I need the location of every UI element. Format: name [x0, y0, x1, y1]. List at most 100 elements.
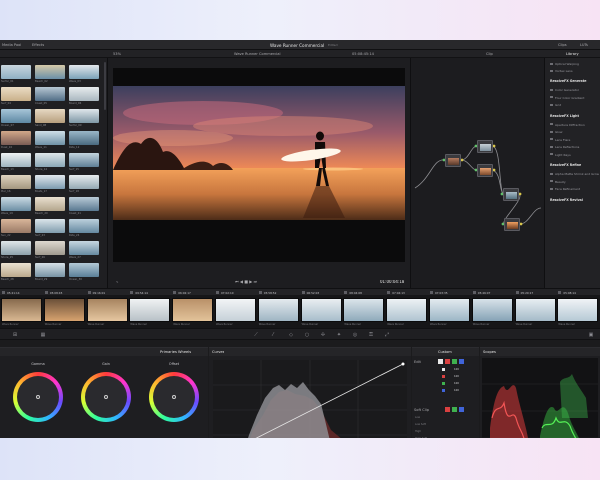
library-effect-item[interactable]: Lens Reflections — [555, 145, 579, 149]
library-tab[interactable]: Library — [566, 52, 579, 56]
timeline-clip[interactable] — [514, 298, 556, 322]
library-effect-item[interactable]: Beauty — [555, 180, 566, 184]
swatch-red[interactable] — [445, 359, 450, 364]
media-pool-clip[interactable] — [69, 87, 99, 101]
swatch-white[interactable] — [438, 359, 443, 364]
curve-intensity-value[interactable]: 100 — [454, 382, 459, 385]
timeline-clip[interactable] — [257, 298, 299, 322]
eyedropper-icon[interactable]: ⁄ — [270, 332, 276, 338]
library-effect-item[interactable]: Aperture Diffraction — [555, 123, 585, 127]
curve-tool-icon[interactable]: ⟋ — [253, 332, 259, 338]
color-wheel[interactable] — [149, 372, 199, 422]
media-pool-clip[interactable] — [1, 219, 31, 233]
softclip-red[interactable] — [445, 407, 450, 412]
media-pool-clip[interactable] — [1, 109, 31, 123]
node-01[interactable] — [445, 154, 461, 167]
media-pool-clip[interactable] — [35, 241, 65, 255]
media-pool-clip[interactable] — [35, 219, 65, 233]
library-effect-item[interactable]: Optical Warping — [555, 62, 579, 66]
library-effect-item[interactable]: Face Refinement — [555, 187, 580, 191]
window-icon[interactable]: ○ — [304, 332, 310, 338]
timeline-clip[interactable] — [129, 298, 171, 322]
media-pool-clip[interactable] — [1, 153, 31, 167]
library-group-title[interactable]: ResolveFX Light — [550, 114, 579, 118]
curve-intensity-value[interactable]: 100 — [454, 389, 459, 392]
magic-mask-icon[interactable]: ✦ — [336, 332, 342, 338]
media-pool-clip[interactable] — [35, 65, 65, 79]
timeline-clip[interactable] — [1, 298, 42, 322]
media-pool-clip[interactable] — [35, 153, 65, 167]
timeline-clip[interactable] — [471, 298, 513, 322]
node-04[interactable] — [503, 188, 519, 201]
media-pool-clip[interactable] — [1, 263, 31, 277]
library-effect-item[interactable]: Vortex Lens — [555, 69, 573, 73]
softclip-green[interactable] — [452, 407, 457, 412]
library-effect-item[interactable]: Lens Flare — [555, 138, 570, 142]
timeline-clip[interactable] — [86, 298, 128, 322]
timeline-name[interactable]: Wave Runner Commercial — [234, 52, 281, 56]
media-pool-clip[interactable] — [69, 153, 99, 167]
curve-intensity-value[interactable]: 100 — [454, 375, 459, 378]
node-02[interactable] — [477, 140, 493, 153]
qualifier-icon[interactable]: ◇ — [288, 332, 294, 338]
media-pool-clip[interactable] — [69, 197, 99, 211]
library-effect-item[interactable]: Glow — [555, 130, 562, 134]
timeline-clip[interactable] — [172, 298, 214, 322]
swatch-green[interactable] — [452, 359, 457, 364]
media-pool-clip[interactable] — [35, 131, 65, 145]
media-pool-clip[interactable] — [69, 65, 99, 79]
media-pool-clip[interactable] — [35, 175, 65, 189]
media-pool-clip[interactable] — [1, 197, 31, 211]
media-pool-clip[interactable] — [69, 131, 99, 145]
scope-toggle-icon[interactable]: ▣ — [588, 332, 594, 338]
media-pool-clip[interactable] — [69, 241, 99, 255]
timeline-clip[interactable] — [557, 298, 599, 322]
effects-tab[interactable]: Effects — [32, 43, 44, 47]
library-effect-item[interactable]: Four Color Gradient — [555, 96, 584, 100]
grid-icon[interactable]: ▦ — [40, 332, 46, 338]
library-effect-item[interactable]: Light Rays — [555, 153, 571, 157]
curve-intensity-value[interactable]: 100 — [454, 368, 459, 371]
curves-graph[interactable] — [213, 360, 407, 438]
color-wheel[interactable] — [81, 372, 131, 422]
timeline-clip[interactable] — [300, 298, 342, 322]
library-group-title[interactable]: ResolveFX Refine — [550, 163, 581, 167]
media-pool-clip[interactable] — [1, 241, 31, 255]
media-pool-scrollbar[interactable] — [104, 62, 106, 110]
timeline-clip[interactable] — [386, 298, 428, 322]
viewer-screen[interactable] — [113, 68, 405, 262]
zoom-level[interactable]: 53% — [113, 52, 121, 56]
clips-tab[interactable]: Clips — [558, 43, 567, 47]
node-03[interactable] — [477, 164, 493, 177]
media-pool-clip[interactable] — [69, 175, 99, 189]
media-pool-clip[interactable] — [35, 197, 65, 211]
luts-tab[interactable]: LUTs — [580, 43, 588, 47]
timeline-clip[interactable] — [343, 298, 385, 322]
timeline-clip[interactable] — [429, 298, 470, 322]
wheel-handle[interactable] — [36, 395, 40, 399]
clip-menu[interactable]: Clip — [486, 52, 493, 56]
tracker-icon[interactable]: ✢ — [320, 332, 326, 338]
media-pool-clip[interactable] — [1, 175, 31, 189]
media-pool-clip[interactable] — [35, 263, 65, 277]
media-pool-clip[interactable] — [1, 131, 31, 145]
softclip-blue[interactable] — [459, 407, 464, 412]
library-group-title[interactable]: ResolveFX Generate — [550, 79, 586, 83]
library-effect-item[interactable]: Alpha Matte Shrink and Grow — [555, 172, 599, 176]
wheel-handle[interactable] — [172, 395, 176, 399]
library-group-title[interactable]: ResolveFX Revival — [550, 198, 583, 202]
media-pool-clip[interactable] — [1, 87, 31, 101]
wheel-handle[interactable] — [104, 395, 108, 399]
library-effect-item[interactable]: Color Generator — [555, 88, 579, 92]
media-pool-clip[interactable] — [35, 87, 65, 101]
timeline-clip[interactable] — [215, 298, 256, 322]
playback-controls[interactable]: ⏮ ◀ ■ ▶ ⏭ — [235, 280, 257, 285]
media-pool-clip[interactable] — [69, 219, 99, 233]
swatch-blue[interactable] — [459, 359, 464, 364]
library-effect-item[interactable]: Grid — [555, 103, 561, 107]
blur-icon[interactable]: ◎ — [352, 332, 358, 338]
layout-icon[interactable]: ⊞ — [12, 332, 18, 338]
media-pool-clip[interactable] — [35, 109, 65, 123]
key-icon[interactable]: ⚿ — [368, 332, 374, 338]
media-pool-clip[interactable] — [69, 109, 99, 123]
